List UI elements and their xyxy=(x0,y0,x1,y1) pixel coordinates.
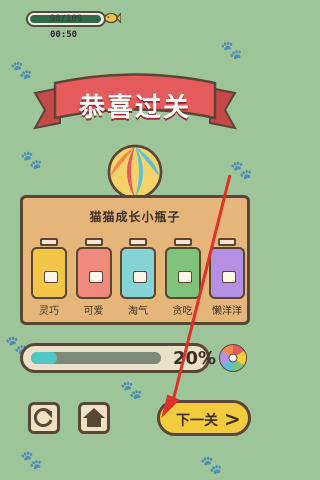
bottle-body xyxy=(209,247,245,299)
bottle-cap xyxy=(84,238,103,246)
bottle-taoqi: 淘气 xyxy=(120,238,156,318)
cat-face-icon xyxy=(177,271,192,283)
bottle-label: 可爱 xyxy=(83,306,104,317)
growth-progress-fill xyxy=(31,352,57,364)
fish-icon xyxy=(104,12,121,24)
cat-face-icon xyxy=(44,271,58,283)
bottle-label: 淘气 xyxy=(128,306,148,317)
growth-percent-text: 20% xyxy=(173,348,217,369)
bottle-lanyangyang: 懒洋洋 xyxy=(209,238,245,318)
paw-icon: 🐾 xyxy=(20,450,43,471)
home-button[interactable] xyxy=(78,402,110,434)
bottle-keai: 可爱 xyxy=(75,238,112,318)
growth-progress-track xyxy=(31,352,161,364)
bottle-label: 懒洋洋 xyxy=(212,306,242,317)
bottle-label: 灵巧 xyxy=(39,306,59,317)
chevron-right-icon: > xyxy=(224,407,241,431)
bottle-body xyxy=(164,247,201,299)
bottle-lingqiao: 灵巧 xyxy=(31,238,67,318)
bottle-body xyxy=(75,247,112,299)
restart-button[interactable] xyxy=(28,402,60,434)
paw-icon: 🐾 xyxy=(200,455,223,476)
paw-icon: 🐾 xyxy=(230,160,253,181)
panel-title: 猫猫成长小瓶子 xyxy=(89,210,181,224)
bottle-cap xyxy=(129,238,147,246)
next-level-button[interactable]: 下一关 > xyxy=(157,400,251,436)
paw-icon: 🐾 xyxy=(20,150,43,171)
cat-face-icon xyxy=(222,271,236,283)
beach-ball-icon xyxy=(107,144,163,200)
next-level-label: 下一关 xyxy=(176,413,218,429)
bottle-tanchi: 贪吃 xyxy=(164,238,201,318)
fish-progress-bar: 98/100 xyxy=(8,8,121,30)
paw-icon: 🐾 xyxy=(120,380,143,401)
bottle-body xyxy=(31,247,67,299)
bottle-cap xyxy=(40,238,58,246)
cat-face-icon xyxy=(133,271,147,283)
fish-progress-text: 98/100 xyxy=(49,14,83,24)
bottle-cap xyxy=(218,238,236,246)
color-wheel-icon[interactable] xyxy=(218,343,248,373)
cat-growth-panel: 猫猫成长小瓶子 灵巧 可爱 淘气 贪吃 懒洋洋 xyxy=(20,195,250,325)
cat-face-icon xyxy=(88,271,103,283)
home-icon xyxy=(83,408,105,427)
bottle-label: 贪吃 xyxy=(172,306,193,317)
bottle-cap xyxy=(173,238,192,246)
level-timer: 00:50 xyxy=(50,30,78,40)
restart-icon xyxy=(33,408,53,427)
bottle-row: 灵巧 可爱 淘气 贪吃 懒洋洋 xyxy=(31,238,245,318)
growth-progress-bar: 20% xyxy=(20,343,216,373)
level-complete-title: 恭喜过关 xyxy=(78,93,191,123)
bottle-body xyxy=(120,247,156,299)
